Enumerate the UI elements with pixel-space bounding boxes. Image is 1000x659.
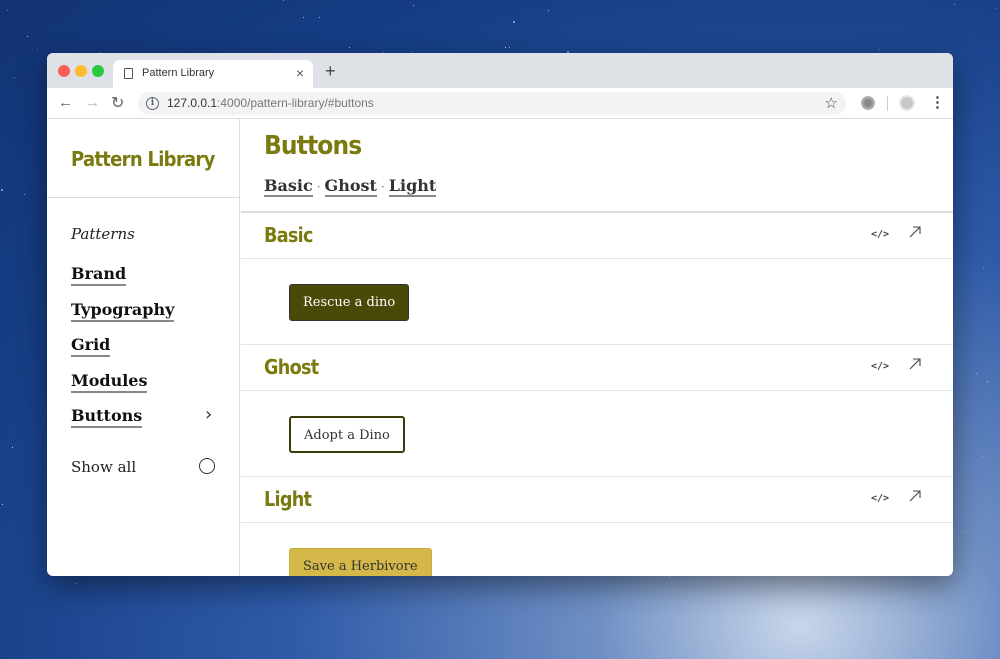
sidebar-link-brand[interactable]: Brand (71, 264, 127, 286)
star-dot (12, 447, 13, 448)
star-dot (982, 456, 983, 457)
anchor-separator: · (380, 180, 385, 194)
section-header: Light </> (241, 477, 953, 523)
tab-pattern-library[interactable]: Pattern Library × (113, 60, 313, 88)
star-dot (349, 47, 350, 48)
sidebar-link-typography[interactable]: Typography (71, 299, 175, 322)
sidebar: Pattern Library Patterns Brand Typograph… (47, 119, 240, 576)
forward-arrow-icon[interactable]: → (85, 94, 100, 111)
star-dot (75, 583, 76, 584)
sidebar-link-buttons[interactable]: Buttons (71, 406, 143, 428)
address-bar[interactable]: i 127.0.0.1:4000/pattern-library/#button… (138, 92, 846, 115)
star-dot (785, 594, 786, 595)
star-dot (509, 47, 510, 48)
extension-icon[interactable] (861, 96, 875, 110)
sidebar-item-buttons: Buttons › (71, 404, 212, 442)
tab-title: Pattern Library (142, 67, 215, 79)
sidebar-link-modules[interactable]: Modules (71, 370, 148, 393)
save-herbivore-button[interactable]: Save a Herbivore (289, 548, 432, 576)
rescue-dino-button[interactable]: Rescue a dino (289, 284, 410, 321)
star-dot (965, 531, 966, 532)
star-dot (669, 576, 670, 577)
section-preview: Rescue a dino (241, 259, 953, 345)
section-ghost: Ghost </> Adopt a Dino (241, 345, 953, 477)
tab-bar: Pattern Library × + (47, 53, 953, 88)
anchor-link-ghost[interactable]: Ghost (324, 176, 377, 197)
section-preview: Save a Herbivore (241, 523, 953, 576)
section-header: Ghost </> (241, 345, 953, 391)
anchor-link-basic[interactable]: Basic (264, 176, 313, 197)
section-light: Light </> Save a Herbivore (241, 477, 953, 576)
maximize-window-button[interactable] (92, 65, 104, 77)
star-dot (24, 194, 25, 195)
star-dot (548, 10, 549, 11)
browser-window: Pattern Library × + ← → ↻ i 127.0.0.1:40… (47, 53, 953, 576)
star-dot (976, 373, 977, 374)
page-title: Buttons (264, 131, 362, 161)
back-arrow-icon[interactable]: ← (58, 94, 73, 111)
profile-avatar[interactable] (899, 95, 915, 111)
star-dot (27, 36, 28, 37)
star-dot (319, 17, 320, 18)
url-text[interactable]: 127.0.0.1:4000/pattern-library/#buttons (167, 96, 374, 110)
browser-toolbar: ← → ↻ i 127.0.0.1:4000/pattern-library/#… (47, 88, 953, 119)
code-icon[interactable]: </> (871, 229, 889, 240)
section-title: Ghost (264, 355, 319, 379)
star-dot (7, 10, 8, 11)
patterns-heading: Patterns (71, 225, 135, 243)
star-dot (505, 47, 506, 48)
star-dot (14, 77, 15, 78)
reload-icon[interactable]: ↻ (111, 93, 124, 113)
sidebar-item-grid: Grid (71, 335, 174, 371)
section-basic: Basic </> Rescue a dino (241, 213, 953, 345)
anchor-link-light[interactable]: Light (388, 176, 437, 197)
new-tab-button[interactable]: + (325, 61, 336, 82)
open-external-icon[interactable] (907, 224, 923, 240)
anchor-separator: · (316, 180, 321, 194)
sidebar-divider (47, 197, 239, 198)
section-title: Basic (264, 223, 313, 247)
star-dot (2, 504, 3, 505)
bookmark-star-icon[interactable]: ☆ (825, 94, 838, 112)
star-dot (954, 4, 955, 5)
pattern-nav: Brand Typography Grid Modules Buttons › (71, 264, 212, 442)
star-dot (411, 51, 412, 52)
close-icon[interactable]: × (296, 65, 304, 81)
site-title[interactable]: Pattern Library (71, 147, 215, 171)
section-header: Basic </> (241, 213, 953, 259)
toolbar-divider (887, 96, 888, 111)
more-menu-icon[interactable]: ⋮ (930, 93, 945, 111)
section-title: Light (264, 487, 312, 511)
anchor-nav: Basic · Ghost · Light (264, 176, 437, 197)
show-all-label: Show all (71, 458, 137, 476)
info-icon[interactable]: i (146, 97, 159, 110)
show-all-radio[interactable] (199, 458, 215, 474)
main-content: Buttons Basic · Ghost · Light Basic </> Resc… (241, 119, 953, 576)
chevron-right-icon[interactable]: › (205, 404, 212, 425)
adopt-dino-button[interactable]: Adopt a Dino (289, 416, 405, 453)
code-icon[interactable]: </> (871, 493, 889, 504)
section-preview: Adopt a Dino (241, 391, 953, 477)
sidebar-item-typography: Typography (71, 299, 175, 336)
star-dot (1, 189, 3, 191)
close-window-button[interactable] (58, 65, 70, 77)
star-dot (513, 21, 515, 23)
code-icon[interactable]: </> (871, 361, 889, 372)
star-dot (983, 267, 984, 268)
sidebar-item-brand: Brand (71, 264, 174, 300)
sidebar-link-grid[interactable]: Grid (71, 335, 111, 357)
open-external-icon[interactable] (907, 488, 923, 504)
sidebar-item-modules: Modules (71, 370, 174, 407)
star-dot (303, 17, 304, 18)
star-dot (283, 0, 284, 1)
star-dot (879, 49, 880, 50)
star-dot (987, 381, 988, 382)
star-dot (413, 5, 414, 6)
minimize-window-button[interactable] (75, 65, 87, 77)
star-dot (37, 49, 38, 50)
star-dot (996, 8, 997, 9)
page-content: Pattern Library Patterns Brand Typograph… (47, 119, 953, 576)
document-icon (124, 68, 133, 79)
open-external-icon[interactable] (907, 356, 923, 372)
